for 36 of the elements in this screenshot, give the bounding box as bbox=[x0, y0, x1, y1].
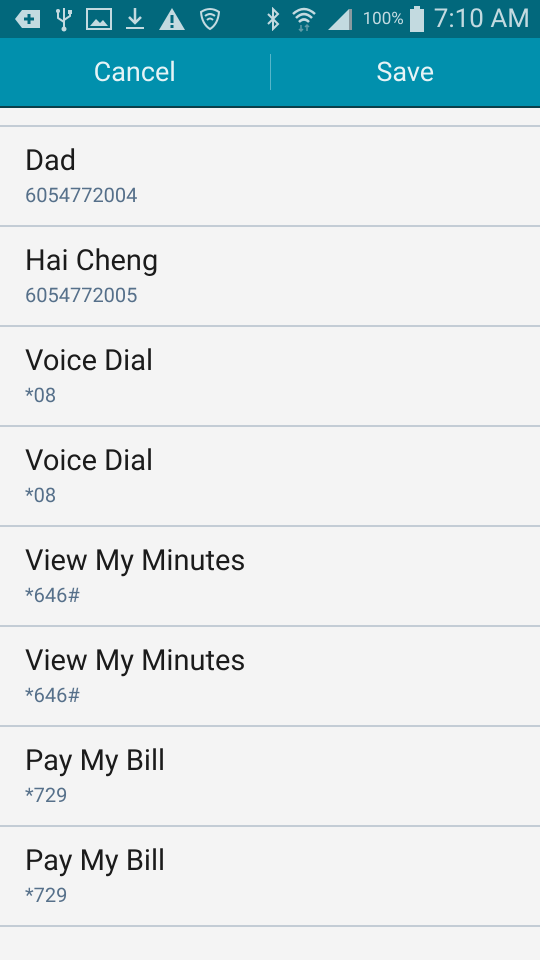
contact-item[interactable]: Dad 6054772004 bbox=[0, 127, 540, 227]
contact-name: Voice Dial bbox=[25, 343, 154, 379]
contact-name: View My Minutes bbox=[25, 643, 246, 679]
contact-name: Pay My Bill bbox=[25, 843, 166, 879]
contact-number: 6054772005 bbox=[25, 283, 138, 307]
contact-item[interactable]: Hai Cheng 6054772005 bbox=[0, 227, 540, 327]
signal-icon bbox=[326, 7, 353, 31]
contact-name: Pay My Bill bbox=[25, 743, 166, 779]
shield-wifi-icon bbox=[199, 7, 221, 31]
contact-number: *08 bbox=[25, 483, 58, 507]
battery-icon bbox=[410, 6, 424, 32]
add-tag-icon bbox=[14, 7, 42, 31]
image-icon bbox=[86, 8, 112, 30]
contact-item[interactable]: Pay My Bill *729 bbox=[0, 827, 540, 927]
contact-name: View My Minutes bbox=[25, 543, 246, 579]
contact-item[interactable]: View My Minutes *646# bbox=[0, 527, 540, 627]
contact-number: *08 bbox=[25, 383, 58, 407]
contact-name: Dad bbox=[25, 143, 78, 179]
contact-item[interactable]: View My Minutes *646# bbox=[0, 627, 540, 727]
contact-item[interactable]: Voice Dial *08 bbox=[0, 427, 540, 527]
download-icon bbox=[125, 7, 145, 31]
contact-number: *729 bbox=[25, 883, 68, 907]
contact-number: *646# bbox=[25, 583, 81, 607]
usb-icon bbox=[55, 6, 73, 32]
warning-icon bbox=[158, 7, 186, 31]
clock-time: 7:10 AM bbox=[434, 4, 530, 34]
wifi-icon bbox=[290, 6, 317, 32]
bluetooth-icon bbox=[264, 7, 281, 31]
contact-name: Hai Cheng bbox=[25, 243, 160, 279]
contact-number: *646# bbox=[25, 683, 81, 707]
contact-item[interactable]: Voice Dial *08 bbox=[0, 327, 540, 427]
contact-number: *729 bbox=[25, 783, 68, 807]
contact-number: 6054772004 bbox=[25, 183, 138, 207]
battery-percentage: 100% bbox=[362, 9, 404, 29]
contact-item[interactable]: Pay My Bill *729 bbox=[0, 727, 540, 827]
contact-name: Voice Dial bbox=[25, 443, 154, 479]
